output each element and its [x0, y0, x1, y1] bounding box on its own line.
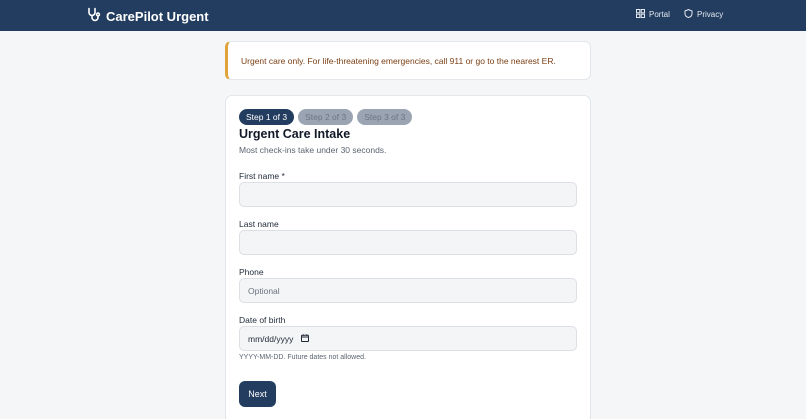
step-3-badge: Step 3 of 3 — [357, 109, 413, 125]
nav-privacy-link[interactable]: Privacy — [684, 9, 723, 20]
step-1-badge: Step 1 of 3 — [239, 109, 295, 125]
dob-value: mm/dd/yyyy — [248, 333, 294, 344]
nav-privacy-label: Privacy — [697, 10, 724, 19]
first-name-input[interactable] — [239, 182, 577, 207]
dob-input[interactable]: mm/dd/yyyy — [239, 326, 577, 351]
top-navbar: CarePilot Urgent Portal Privacy — [0, 0, 806, 31]
phone-label: Phone — [239, 267, 264, 277]
step-indicator: Step 1 of 3 Step 2 of 3 Step 3 of 3 — [239, 109, 413, 125]
calendar-icon[interactable] — [301, 333, 310, 344]
form-subtitle: Most check-ins take under 30 seconds. — [239, 145, 387, 155]
alert-text: Urgent care only. For life-threatening e… — [241, 55, 556, 66]
shield-icon — [684, 9, 693, 20]
emergency-alert: Urgent care only. For life-threatening e… — [225, 41, 591, 80]
brand-name: CarePilot Urgent — [106, 8, 209, 24]
last-name-label: Last name — [239, 219, 279, 229]
grid-icon — [636, 9, 645, 20]
nav-portal-label: Portal — [649, 10, 670, 19]
first-name-label: First name * — [239, 171, 285, 181]
stethoscope-icon — [87, 7, 101, 25]
last-name-input[interactable] — [239, 230, 577, 255]
dob-hint: YYYY-MM-DD. Future dates not allowed. — [239, 354, 366, 361]
intake-form-card: Step 1 of 3 Step 2 of 3 Step 3 of 3 Urge… — [225, 95, 591, 419]
brand[interactable]: CarePilot Urgent — [87, 7, 209, 25]
nav-portal-link[interactable]: Portal — [636, 9, 670, 20]
dob-label: Date of birth — [239, 315, 286, 325]
phone-placeholder: Optional — [248, 285, 280, 296]
phone-input[interactable]: Optional — [239, 278, 577, 303]
step-2-badge: Step 2 of 3 — [298, 109, 354, 125]
form-title: Urgent Care Intake — [239, 127, 351, 141]
next-button[interactable]: Next — [239, 381, 276, 407]
